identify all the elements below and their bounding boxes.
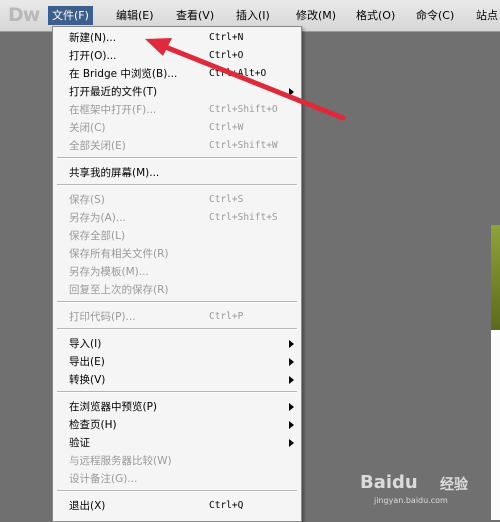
annotation-arrow — [145, 38, 346, 121]
watermark-suffix: 经验 — [440, 477, 468, 493]
watermark-brand: Baidu — [360, 472, 418, 493]
baidu-watermark: Baidu 经验 jingyan.baidu.com — [360, 470, 490, 510]
arrow-shaft — [155, 41, 346, 121]
watermark-url: jingyan.baidu.com — [374, 496, 448, 505]
